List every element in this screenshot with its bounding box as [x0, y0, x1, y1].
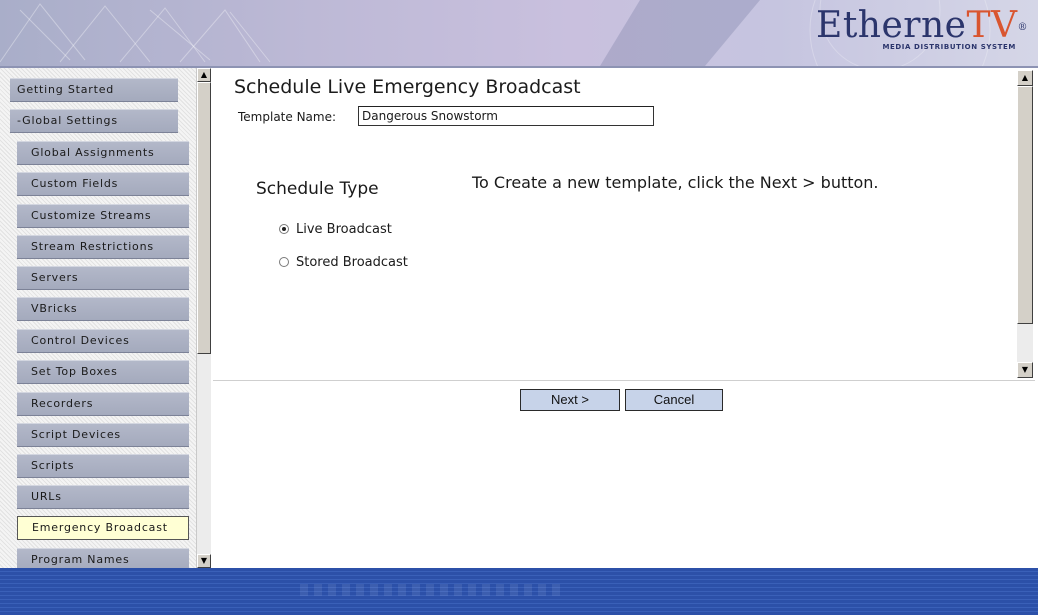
template-name-label: Template Name:: [238, 110, 337, 124]
scroll-down-arrow-icon[interactable]: ▼: [197, 554, 211, 568]
sidebar-item-scripts[interactable]: Scripts: [17, 454, 189, 478]
next-button[interactable]: Next >: [520, 389, 620, 411]
sidebar-item-set-top-boxes[interactable]: Set Top Boxes: [17, 360, 189, 384]
ethernetv-logo: EtherneTV® MEDIA DISTRIBUTION SYSTEM: [816, 5, 1028, 52]
sidebar-item-emergency-broadcast[interactable]: Emergency Broadcast: [17, 516, 189, 540]
sidebar-nav: Getting Started -Global Settings Global …: [0, 68, 211, 572]
footer-bar: [0, 568, 1038, 615]
content-scroll-thumb[interactable]: [1017, 86, 1033, 324]
content-panel: Schedule Live Emergency Broadcast Templa…: [213, 68, 1035, 381]
sidebar-item-servers[interactable]: Servers: [17, 266, 189, 290]
sidebar-item-urls[interactable]: URLs: [17, 485, 189, 509]
sidebar-item-customize-streams[interactable]: Customize Streams: [17, 204, 189, 228]
radio-selected-icon[interactable]: [279, 224, 289, 234]
sidebar-item-custom-fields[interactable]: Custom Fields: [17, 172, 189, 196]
sidebar-scroll-thumb[interactable]: [197, 82, 211, 354]
sidebar-item-getting-started[interactable]: Getting Started: [10, 78, 178, 102]
radio-stored-broadcast[interactable]: Stored Broadcast: [279, 255, 408, 270]
radio-label-live: Live Broadcast: [296, 222, 392, 237]
template-name-input[interactable]: [358, 106, 654, 126]
sidebar-item-global-settings[interactable]: -Global Settings: [10, 109, 178, 133]
logo-text-ether: Etherne: [816, 5, 967, 46]
radio-unselected-icon[interactable]: [279, 257, 289, 267]
scroll-down-arrow-icon[interactable]: ▼: [1017, 362, 1033, 378]
cancel-button[interactable]: Cancel: [625, 389, 723, 411]
sidebar-scrollbar[interactable]: ▲ ▼: [196, 68, 211, 568]
sidebar-item-script-devices[interactable]: Script Devices: [17, 423, 189, 447]
scroll-up-arrow-icon[interactable]: ▲: [197, 68, 211, 82]
instruction-text: To Create a new template, click the Next…: [472, 173, 879, 192]
radio-live-broadcast[interactable]: Live Broadcast: [279, 222, 392, 237]
radio-label-stored: Stored Broadcast: [296, 255, 408, 270]
page-title: Schedule Live Emergency Broadcast: [234, 76, 581, 98]
logo-text-tv: TV: [966, 5, 1018, 46]
scroll-up-arrow-icon[interactable]: ▲: [1017, 70, 1033, 86]
sidebar-item-control-devices[interactable]: Control Devices: [17, 329, 189, 353]
header-banner: EtherneTV® MEDIA DISTRIBUTION SYSTEM: [0, 0, 1038, 68]
content-scrollbar[interactable]: ▲ ▼: [1017, 70, 1033, 378]
logo-registered-mark: ®: [1017, 22, 1028, 33]
sidebar-item-vbricks[interactable]: VBricks: [17, 297, 189, 321]
sidebar-item-global-assignments[interactable]: Global Assignments: [17, 141, 189, 165]
schedule-type-heading: Schedule Type: [256, 179, 379, 199]
sidebar-item-recorders[interactable]: Recorders: [17, 392, 189, 416]
sidebar-item-stream-restrictions[interactable]: Stream Restrictions: [17, 235, 189, 259]
